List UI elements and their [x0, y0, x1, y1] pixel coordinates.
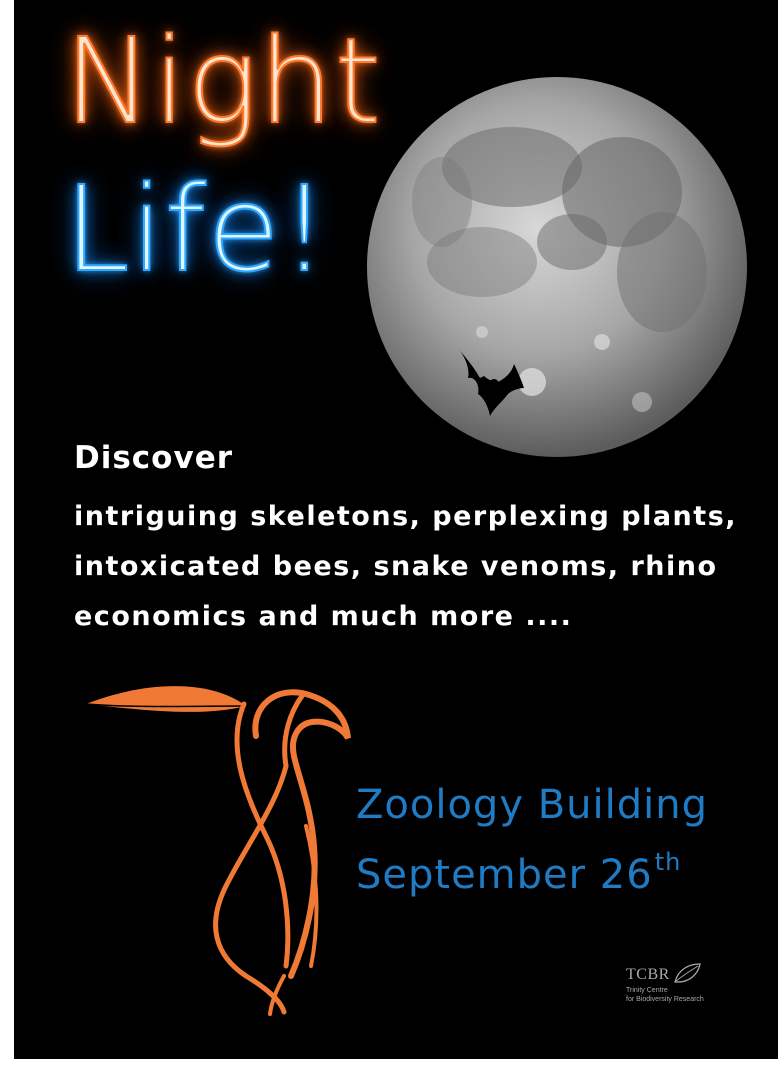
event-venue: Zoology Building — [356, 782, 708, 828]
discover-description: intriguing skeletons, perplexing plants,… — [74, 501, 738, 632]
tcbr-logo: TCBR Trinity Centre for Biodiversity Res… — [626, 962, 746, 1008]
event-date: September 26th — [356, 848, 681, 898]
poster: Night Life! Discover intriguing skeleton… — [14, 0, 778, 1059]
event-date-suffix: th — [654, 848, 682, 876]
tcbr-mark: TCBR — [626, 966, 670, 983]
moon-image — [367, 77, 747, 457]
tcbr-subtitle: Trinity Centre for Biodiversity Research — [626, 986, 746, 1004]
title-night: Night — [63, 12, 382, 150]
bird-leaf-logo — [85, 686, 351, 1016]
discover-heading: Discover — [74, 440, 234, 476]
leaf-icon — [674, 963, 701, 983]
title-life: Life! — [63, 160, 329, 298]
tcbr-line1: Trinity Centre — [626, 987, 668, 994]
tcbr-line2: for Biodiversity Research — [626, 996, 704, 1003]
event-date-text: September 26 — [356, 852, 653, 898]
